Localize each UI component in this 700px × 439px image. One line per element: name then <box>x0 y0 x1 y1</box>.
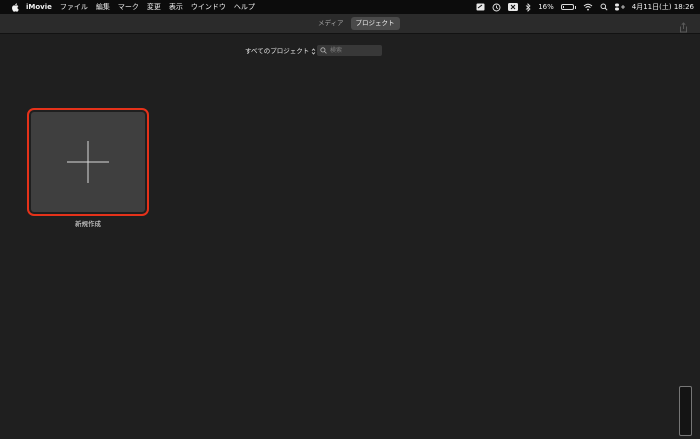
window-toolbar: メディア プロジェクト <box>0 14 700 34</box>
menu-item-mark[interactable]: マーク <box>118 0 139 14</box>
wifi-icon[interactable] <box>583 0 593 14</box>
dictionary-icon[interactable] <box>508 0 519 14</box>
control-center-icon[interactable] <box>614 0 625 14</box>
new-project-label: 新規作成 <box>75 220 101 228</box>
menu-item-modify[interactable]: 変更 <box>147 0 161 14</box>
menu-bar: iMovie ファイル 編集 マーク 変更 表示 ウインドウ ヘルプ 16% 4… <box>0 0 700 14</box>
search-icon <box>320 47 327 54</box>
apple-menu-icon[interactable] <box>10 2 20 12</box>
tab-projects[interactable]: プロジェクト <box>350 17 400 30</box>
menu-item-window[interactable]: ウインドウ <box>191 0 226 14</box>
status-area: 16% 4月11日(土) 18:26 <box>476 0 694 14</box>
share-icon[interactable] <box>679 18 688 33</box>
chevron-updown-icon <box>312 47 316 55</box>
tab-media[interactable]: メディア <box>313 17 349 30</box>
clock[interactable]: 4月11日(土) 18:26 <box>632 2 694 12</box>
new-project-button[interactable] <box>27 108 149 216</box>
search-input[interactable] <box>327 45 378 56</box>
new-project-tile[interactable] <box>31 112 145 212</box>
menu-item-imovie[interactable]: iMovie <box>26 0 52 14</box>
menu-item-help[interactable]: ヘルプ <box>234 0 255 14</box>
notes-icon[interactable] <box>476 0 485 14</box>
project-filter-dropdown[interactable]: すべてのプロジェクト <box>245 45 316 57</box>
search-field[interactable] <box>317 45 382 56</box>
spotlight-search-icon[interactable] <box>600 0 608 14</box>
corner-panel-handle[interactable] <box>679 386 692 436</box>
menu-item-view[interactable]: 表示 <box>169 0 183 14</box>
view-switcher: メディア プロジェクト <box>313 17 400 30</box>
battery-percent: 16% <box>538 3 554 11</box>
menu-item-edit[interactable]: 編集 <box>96 0 110 14</box>
bluetooth-icon[interactable] <box>525 0 531 14</box>
project-filter-value: すべてのプロジェクト <box>245 47 310 55</box>
battery-icon[interactable] <box>560 0 576 14</box>
menu-item-file[interactable]: ファイル <box>60 0 88 14</box>
filter-bar: すべてのプロジェクト <box>0 45 700 57</box>
plus-icon <box>67 141 109 183</box>
time-machine-icon[interactable] <box>492 0 501 14</box>
